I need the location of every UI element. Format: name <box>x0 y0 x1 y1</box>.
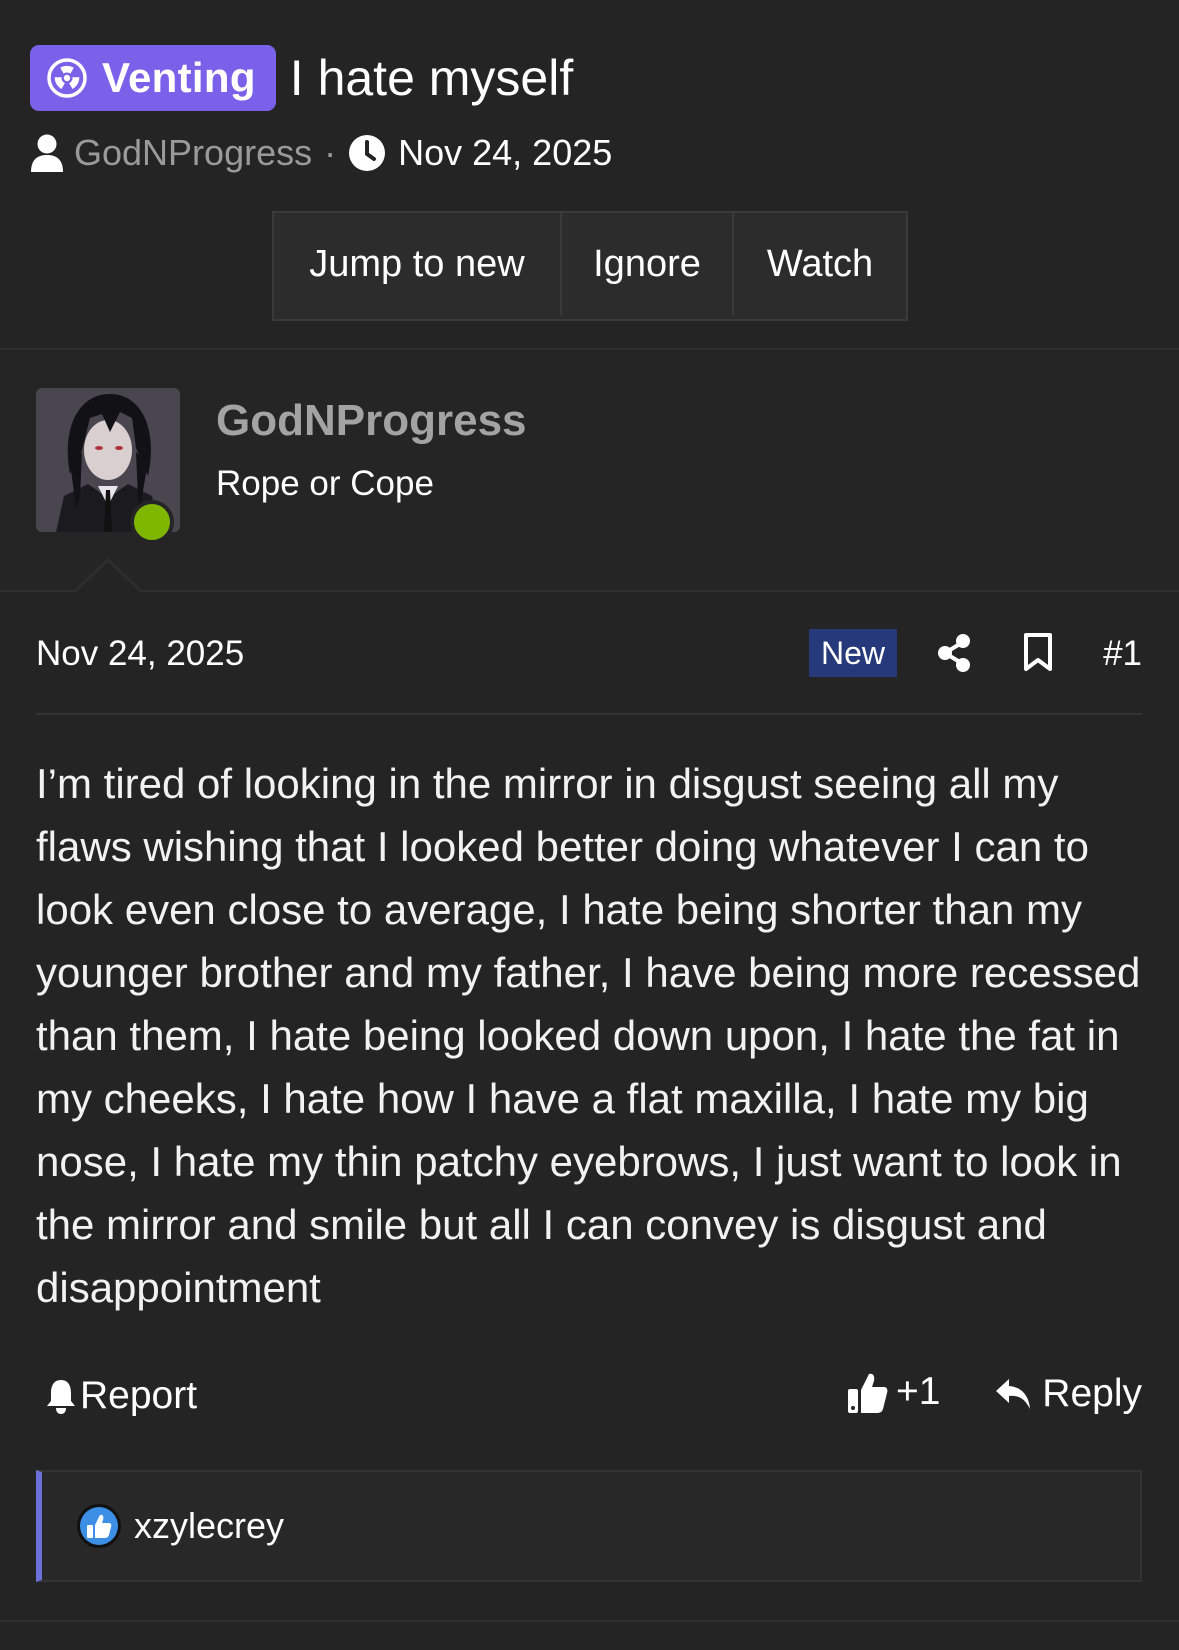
thread-header: Venting I hate myself GodNProgress · Nov… <box>0 0 1179 348</box>
post-number-link[interactable]: #1 <box>1103 634 1142 674</box>
post-header: Nov 24, 2025 New #1 <box>36 628 1142 688</box>
thumbs-up-icon <box>848 1373 888 1413</box>
post-actions: Report +1 Reply <box>36 1368 1142 1424</box>
post-date-link[interactable]: Nov 24, 2025 <box>36 634 244 674</box>
bell-icon <box>47 1380 75 1414</box>
report-label: Report <box>80 1374 198 1417</box>
reactions-bar[interactable]: xzylecrey <box>36 1470 1142 1582</box>
thread-title-row: Venting I hate myself <box>30 45 573 111</box>
thread-author-link[interactable]: GodNProgress <box>74 132 312 174</box>
watch-button[interactable]: Watch <box>734 213 906 315</box>
jump-to-new-button[interactable]: Jump to new <box>274 213 562 315</box>
thread-prefix-badge[interactable]: Venting <box>30 45 276 111</box>
thread-title: I hate myself <box>289 50 574 106</box>
like-reaction-icon <box>77 1504 121 1548</box>
post-body: I’m tired of looking in the mirror in di… <box>36 760 1141 1311</box>
bottom-divider <box>0 1620 1179 1622</box>
post-divider <box>36 713 1142 715</box>
reply-button[interactable]: Reply <box>994 1372 1142 1416</box>
user-title: Rope or Cope <box>216 464 434 503</box>
thread-button-group: Jump to new Ignore Watch <box>272 211 908 321</box>
post-username[interactable]: GodNProgress <box>216 396 527 446</box>
report-button[interactable]: Report <box>44 1374 197 1418</box>
post-user-block: GodNProgress Rope or Cope <box>0 348 1179 592</box>
reply-icon <box>996 1379 1031 1409</box>
thread-meta: GodNProgress · Nov 24, 2025 <box>30 132 612 174</box>
thread-prefix-label: Venting <box>102 54 256 101</box>
online-status-indicator <box>130 500 174 544</box>
share-icon[interactable] <box>936 633 972 673</box>
like-button[interactable]: +1 <box>846 1370 940 1414</box>
thread-date-link[interactable]: Nov 24, 2025 <box>398 132 612 174</box>
new-badge: New <box>809 629 898 677</box>
clock-icon <box>349 135 386 171</box>
reply-label: Reply <box>1042 1372 1142 1415</box>
user-block-pointer-fill <box>74 562 142 594</box>
radiation-icon <box>47 58 87 98</box>
like-count: +1 <box>896 1370 941 1413</box>
bookmark-icon[interactable] <box>1022 632 1054 672</box>
user-icon <box>31 134 63 172</box>
ignore-button[interactable]: Ignore <box>562 213 734 315</box>
meta-separator: · <box>324 132 337 173</box>
reaction-user-link[interactable]: xzylecrey <box>134 1505 284 1547</box>
